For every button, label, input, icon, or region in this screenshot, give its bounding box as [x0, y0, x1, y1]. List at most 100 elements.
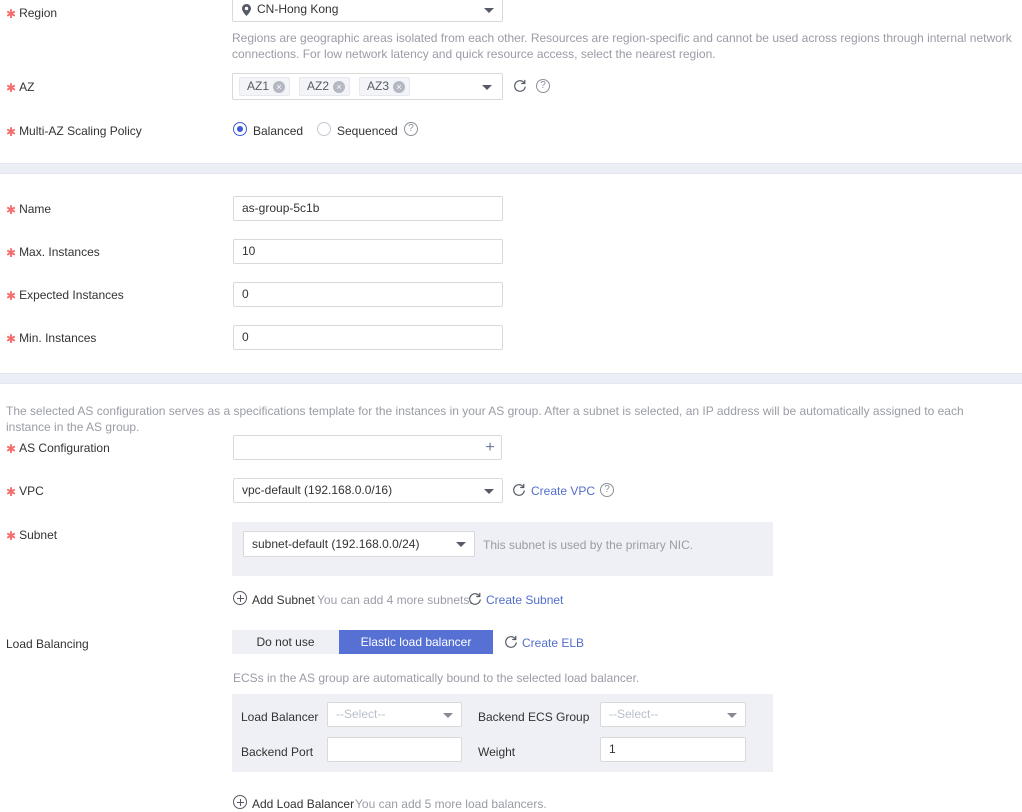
remove-icon[interactable]: ×	[273, 80, 286, 93]
add-subnet-hint: You can add 4 more subnets.	[317, 593, 473, 607]
expected-instances-label: ✱ Expected Instances	[6, 288, 124, 303]
field-row-expected-instances: ✱ Expected Instances 0	[0, 282, 1022, 308]
load-balancer-select-value: --Select--	[336, 707, 386, 721]
as-configuration-input[interactable]	[233, 435, 480, 460]
max-instances-label: ✱ Max. Instances	[6, 245, 100, 260]
remove-icon[interactable]: ×	[393, 80, 406, 93]
field-row-load-balancing: Load Balancing Do not use Elastic load b…	[0, 630, 1022, 654]
chevron-down-icon	[484, 7, 494, 13]
backend-ecs-group-value: --Select--	[609, 707, 659, 721]
location-pin-icon	[242, 4, 251, 16]
add-subnet-row: Add Subnet You can add 4 more subnets. C…	[0, 590, 1022, 608]
refresh-icon[interactable]	[468, 592, 482, 606]
region-label: ✱ Region	[6, 6, 58, 21]
refresh-icon[interactable]	[513, 79, 527, 93]
required-star: ✱	[6, 203, 17, 217]
plus-circle-icon[interactable]	[233, 591, 247, 605]
load-balancing-label: Load Balancing	[6, 637, 89, 651]
add-load-balancer-button[interactable]: Add Load Balancer	[252, 797, 354, 811]
field-row-az: ✱ AZ AZ1 × AZ2 × AZ3 × ?	[0, 73, 1022, 100]
name-input-value: as-group-5c1b	[242, 201, 320, 215]
create-subnet-link[interactable]: Create Subnet	[486, 593, 563, 607]
chevron-down-icon	[443, 712, 453, 718]
subnet-select[interactable]: subnet-default (192.168.0.0/24)	[243, 531, 475, 557]
plus-circle-icon[interactable]	[233, 795, 247, 809]
create-elb-link[interactable]: Create ELB	[522, 636, 584, 650]
region-select-value: CN-Hong Kong	[257, 2, 339, 16]
load-balancer-panel: Load Balancer --Select-- Backend ECS Gro…	[232, 694, 773, 772]
required-star: ✱	[6, 485, 17, 499]
subnet-note: This subnet is used by the primary NIC.	[483, 538, 694, 552]
chevron-down-icon	[484, 488, 494, 494]
chevron-down-icon	[727, 712, 737, 718]
az-tag-az2[interactable]: AZ2 ×	[299, 77, 351, 96]
backend-ecs-group-select[interactable]: --Select--	[600, 702, 746, 727]
create-vpc-link[interactable]: Create VPC	[531, 484, 595, 498]
multi-az-policy-label: ✱ Multi-AZ Scaling Policy	[6, 124, 142, 139]
field-row-min-instances: ✱ Min. Instances 0	[0, 325, 1022, 351]
subnet-select-value: subnet-default (192.168.0.0/24)	[252, 537, 420, 551]
required-star: ✱	[6, 81, 17, 95]
remove-icon[interactable]: ×	[333, 80, 346, 93]
required-star: ✱	[6, 7, 17, 21]
required-star: ✱	[6, 332, 17, 346]
radio-sequenced-label[interactable]: Sequenced	[337, 124, 398, 138]
weight-value: 1	[609, 742, 616, 756]
radio-sequenced[interactable]	[317, 122, 331, 136]
weight-input[interactable]: 1	[600, 737, 746, 762]
name-input[interactable]: as-group-5c1b	[233, 196, 503, 221]
vpc-select[interactable]: vpc-default (192.168.0.0/16)	[233, 478, 503, 503]
subnet-label: ✱ Subnet	[6, 528, 58, 543]
section-divider-1	[0, 163, 1022, 174]
as-configuration-label: ✱ AS Configuration	[6, 441, 110, 456]
max-instances-value: 10	[242, 244, 256, 258]
required-star: ✱	[6, 529, 17, 543]
min-instances-input[interactable]: 0	[233, 325, 503, 350]
az-tag-label: AZ1	[247, 79, 270, 93]
help-icon[interactable]: ?	[404, 122, 418, 136]
add-subnet-button[interactable]: Add Subnet	[252, 593, 315, 607]
az-tag-az3[interactable]: AZ3 ×	[359, 77, 411, 96]
help-icon[interactable]: ?	[600, 483, 614, 497]
weight-label: Weight	[478, 745, 516, 759]
az-multiselect[interactable]: AZ1 × AZ2 × AZ3 ×	[232, 73, 503, 100]
name-label: ✱ Name	[6, 202, 52, 217]
chevron-down-icon	[482, 85, 492, 90]
radio-balanced-label[interactable]: Balanced	[253, 124, 303, 138]
vpc-select-value: vpc-default (192.168.0.0/16)	[242, 483, 393, 497]
expected-instances-input[interactable]: 0	[233, 282, 503, 307]
toggle-do-not-use[interactable]: Do not use	[232, 630, 339, 654]
as-configuration-note: The selected AS configuration serves as …	[6, 404, 964, 434]
max-instances-input[interactable]: 10	[233, 239, 503, 264]
as-group-creation-form: ✱ Region CN-Hong Kong Regions are geograp…	[0, 0, 1022, 811]
region-description: Regions are geographic areas isolated fr…	[232, 31, 1012, 61]
radio-balanced[interactable]	[233, 122, 247, 136]
field-row-vpc: ✱ VPC vpc-default (192.168.0.0/16) Create…	[0, 478, 1022, 503]
field-row-as-configuration: ✱ AS Configuration +	[0, 435, 1022, 460]
az-tag-label: AZ3	[367, 79, 390, 93]
load-balancer-select[interactable]: --Select--	[327, 702, 462, 727]
required-star: ✱	[6, 442, 17, 456]
refresh-icon[interactable]	[504, 635, 518, 649]
toggle-elastic-load-balancer[interactable]: Elastic load balancer	[339, 630, 493, 654]
required-star: ✱	[6, 246, 17, 260]
region-select[interactable]: CN-Hong Kong	[232, 0, 503, 22]
field-row-max-instances: ✱ Max. Instances 10	[0, 239, 1022, 265]
field-row-multi-az-policy: ✱ Multi-AZ Scaling Policy Balanced Sequen…	[0, 121, 1022, 141]
az-tag-az1[interactable]: AZ1 ×	[239, 77, 291, 96]
subnet-panel: subnet-default (192.168.0.0/24) This sub…	[232, 522, 773, 576]
load-balancing-note: ECSs in the AS group are automatically b…	[233, 671, 640, 685]
add-as-configuration-button[interactable]: +	[479, 435, 502, 460]
az-tag-label: AZ2	[307, 79, 330, 93]
help-icon[interactable]: ?	[536, 79, 550, 93]
refresh-icon[interactable]	[512, 483, 526, 497]
required-star: ✱	[6, 125, 17, 139]
required-star: ✱	[6, 289, 17, 303]
field-row-region: ✱ Region CN-Hong Kong	[0, 0, 1022, 30]
az-label: ✱ AZ	[6, 80, 35, 95]
backend-port-label: Backend Port	[241, 745, 314, 759]
vpc-label: ✱ VPC	[6, 484, 44, 499]
min-instances-label: ✱ Min. Instances	[6, 331, 97, 346]
section-divider-2	[0, 373, 1022, 384]
backend-port-input[interactable]	[327, 737, 462, 762]
